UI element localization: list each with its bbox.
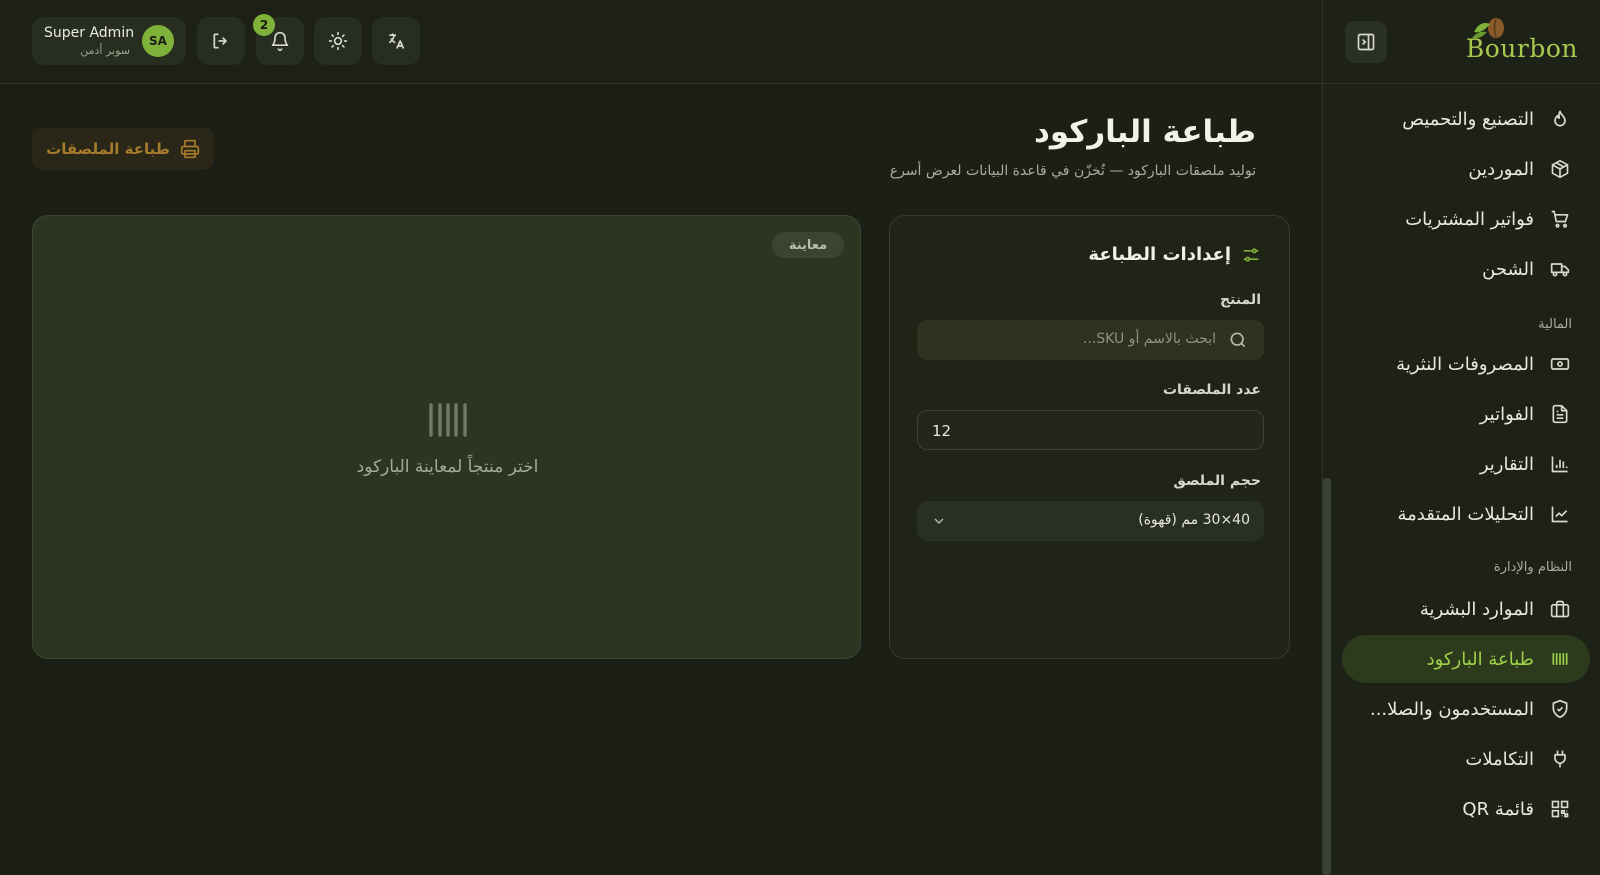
sidebar-item-invoices[interactable]: الفواتير: [1342, 390, 1590, 438]
print-settings-card: إعدادات الطباعة المنتج ابحث بالاسم أو SK…: [889, 215, 1290, 659]
barcode-preview-card: معاينة اختر منتجاً لمعاينة الباركود: [32, 215, 861, 659]
sidebar-item-purchase-invoices[interactable]: فواتير المشتريات: [1342, 195, 1590, 243]
print-settings-header: إعدادات الطباعة: [1088, 244, 1261, 265]
sidebar-item-label: التكاملات: [1465, 748, 1534, 770]
print-labels-button[interactable]: طباعة الملصقات: [32, 128, 214, 170]
section-heading-finance: المالية: [1538, 317, 1572, 332]
label-size-value: 40×30 مم (قهوة): [1138, 512, 1250, 528]
line-chart-icon: [1548, 502, 1572, 526]
cart-icon: [1548, 207, 1572, 231]
printer-icon: [180, 139, 200, 159]
barcode-icon: [1548, 647, 1572, 671]
sun-icon: [328, 31, 348, 51]
language-toggle-button[interactable]: [372, 17, 420, 65]
flame-icon: [1548, 107, 1572, 131]
sidebar-item-label: قائمة QR: [1462, 798, 1534, 820]
page-title: طباعة الباركود: [1033, 114, 1256, 150]
qr-code-icon: [1548, 797, 1572, 821]
sidebar-item-petty-expenses[interactable]: المصروفات النثرية: [1342, 340, 1590, 388]
truck-icon: [1548, 257, 1572, 281]
sidebar-scrollbar[interactable]: [1323, 478, 1331, 875]
sidebar-header: Bourbon: [1323, 0, 1600, 84]
brand-logo[interactable]: Bourbon: [1458, 16, 1578, 70]
product-search-input[interactable]: ابحث بالاسم أو SKU...: [917, 320, 1264, 360]
barcode-icon: [429, 403, 467, 437]
sidebar-item-suppliers[interactable]: الموردين: [1342, 145, 1590, 193]
preview-badge: معاينة: [772, 232, 844, 258]
sidebar-item-label: فواتير المشتريات: [1405, 208, 1534, 230]
sidebar-item-label: الشحن: [1482, 258, 1534, 280]
sidebar-item-label: التقارير: [1479, 453, 1534, 475]
sidebar-item-hr[interactable]: الموارد البشرية: [1342, 585, 1590, 633]
user-name: Super Admin: [44, 25, 135, 41]
top-bar: Super Admin سوبر أدمن SA 2: [0, 0, 1322, 84]
product-search-placeholder: ابحث بالاسم أو SKU...: [1082, 331, 1216, 347]
user-role: سوبر أدمن: [80, 44, 130, 57]
briefcase-icon: [1548, 597, 1572, 621]
sidebar-item-barcode-printing[interactable]: طباعة الباركود: [1342, 635, 1590, 683]
product-label: المنتج: [1220, 292, 1261, 308]
label-size-label: حجم الملصق: [1173, 473, 1261, 489]
sidebar-item-label: الموارد البشرية: [1419, 598, 1534, 620]
print-settings-title: إعدادات الطباعة: [1088, 244, 1231, 265]
sliders-icon: [1243, 247, 1259, 262]
sidebar-item-manufacturing[interactable]: التصنيع والتحميص: [1342, 95, 1590, 143]
logout-icon: [213, 33, 227, 49]
preview-empty-message: اختر منتجاً لمعاينة الباركود: [356, 457, 539, 477]
sidebar-item-label: التصنيع والتحميص: [1402, 108, 1534, 130]
label-count-label: عدد الملصقات: [1162, 382, 1261, 398]
sidebar-item-label: المصروفات النثرية: [1396, 353, 1534, 375]
brand-name: Bourbon: [1465, 34, 1578, 63]
section-heading-system: النظام والإدارة: [1493, 560, 1572, 575]
sidebar-item-label: المستخدمون والصلا...: [1369, 698, 1534, 720]
logout-button[interactable]: [197, 17, 245, 65]
sidebar-item-label: طباعة الباركود: [1426, 648, 1534, 670]
translate-icon: [388, 33, 405, 49]
banknote-icon: [1548, 352, 1572, 376]
sidebar-item-label: الموردين: [1468, 158, 1534, 180]
sidebar-item-qr-menu[interactable]: قائمة QR: [1342, 785, 1590, 833]
sidebar-item-users-permissions[interactable]: المستخدمون والصلا...: [1342, 685, 1590, 733]
label-count-value: 12: [932, 422, 952, 440]
sidebar-item-reports[interactable]: التقارير: [1342, 440, 1590, 488]
shield-icon: [1548, 697, 1572, 721]
bar-chart-icon: [1548, 452, 1572, 476]
label-size-select[interactable]: 40×30 مم (قهوة): [917, 501, 1264, 541]
page-subtitle: توليد ملصقات الباركود — تُخزّن في قاعدة …: [889, 163, 1256, 179]
sidebar: Bourbon التصنيع والتحميص الموردين فواتير…: [1322, 0, 1600, 875]
notification-badge: 2: [253, 14, 275, 36]
sidebar-item-integrations[interactable]: التكاملات: [1342, 735, 1590, 783]
bell-icon: [271, 31, 289, 51]
sidebar-item-advanced-analytics[interactable]: التحليلات المتقدمة: [1342, 490, 1590, 538]
sidebar-item-label: التحليلات المتقدمة: [1397, 503, 1534, 525]
panel-toggle-icon: [1357, 33, 1375, 51]
plug-icon: [1548, 747, 1572, 771]
sidebar-item-shipping[interactable]: الشحن: [1342, 245, 1590, 293]
chevron-down-icon: [934, 518, 944, 524]
document-icon: [1548, 402, 1572, 426]
theme-toggle-button[interactable]: [314, 17, 362, 65]
avatar: SA: [142, 25, 174, 57]
sidebar-item-label: الفواتير: [1479, 403, 1534, 425]
print-labels-label: طباعة الملصقات: [46, 140, 170, 158]
user-menu[interactable]: Super Admin سوبر أدمن SA: [32, 17, 186, 65]
sidebar-collapse-button[interactable]: [1345, 21, 1387, 63]
label-count-input[interactable]: 12: [917, 410, 1264, 450]
search-icon: [1230, 332, 1246, 348]
package-icon: [1548, 157, 1572, 181]
notifications-button[interactable]: 2: [253, 14, 304, 65]
